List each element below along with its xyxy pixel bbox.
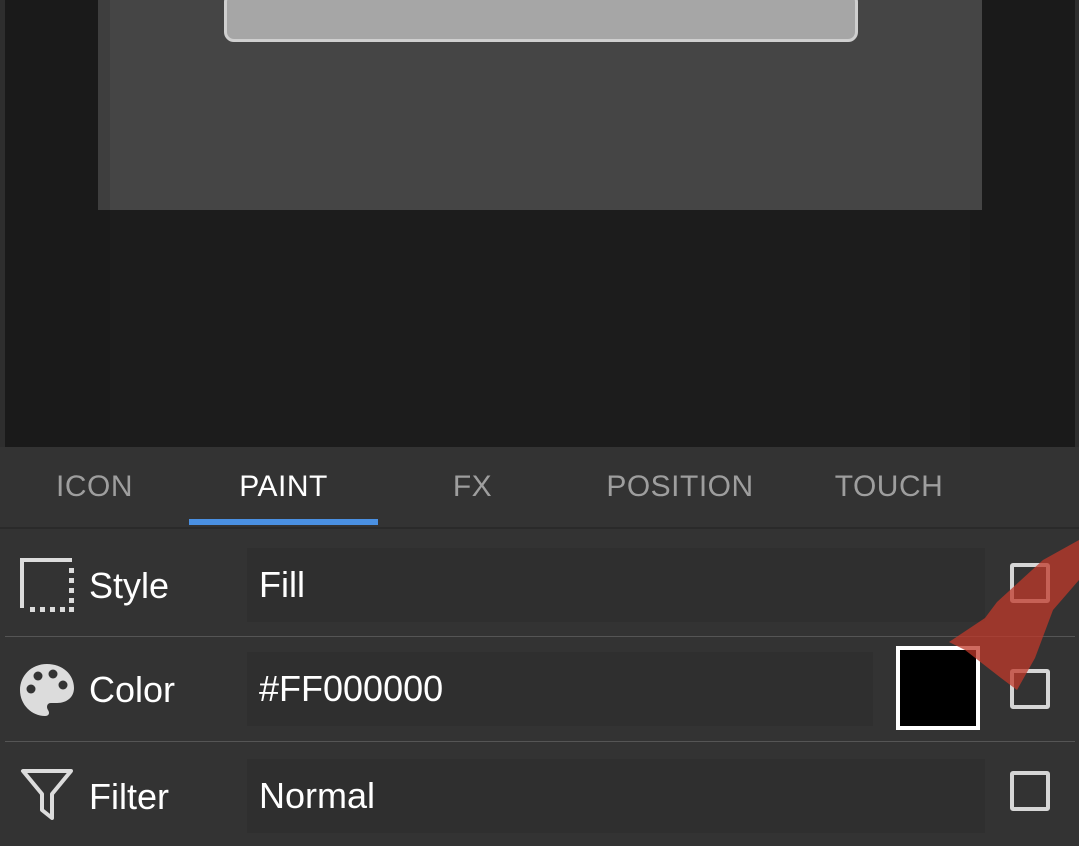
filter-checkbox[interactable]: [1010, 771, 1050, 811]
filter-icon: [21, 769, 73, 820]
tab-position[interactable]: POSITION: [567, 447, 793, 527]
tab-touch[interactable]: TOUCH: [793, 447, 985, 527]
tab-icon[interactable]: ICON: [0, 447, 189, 527]
color-label: Color: [89, 669, 176, 710]
tab-fx[interactable]: FX: [378, 447, 567, 527]
tab-paint[interactable]: PAINT: [189, 447, 378, 527]
preview-inner-column: [110, 210, 970, 447]
palette-icon: [20, 664, 74, 716]
selection-icon: [20, 558, 74, 612]
style-value-field[interactable]: Fill: [247, 548, 985, 622]
hint-arrow-icon: [949, 540, 1079, 690]
tab-bar: ICON PAINT FX POSITION TOUCH: [0, 447, 1079, 529]
filter-row: Filter Normal: [0, 742, 1079, 846]
color-value-field[interactable]: #FF000000: [247, 652, 873, 726]
widget-preview: [0, 0, 1079, 447]
preview-widget-element[interactable]: [224, 0, 858, 42]
filter-label: Filter: [89, 776, 169, 817]
active-tab-indicator: [189, 519, 378, 525]
style-label: Style: [89, 565, 170, 606]
style-row: Style Fill: [0, 533, 1079, 637]
filter-value-field[interactable]: Normal: [247, 759, 985, 833]
